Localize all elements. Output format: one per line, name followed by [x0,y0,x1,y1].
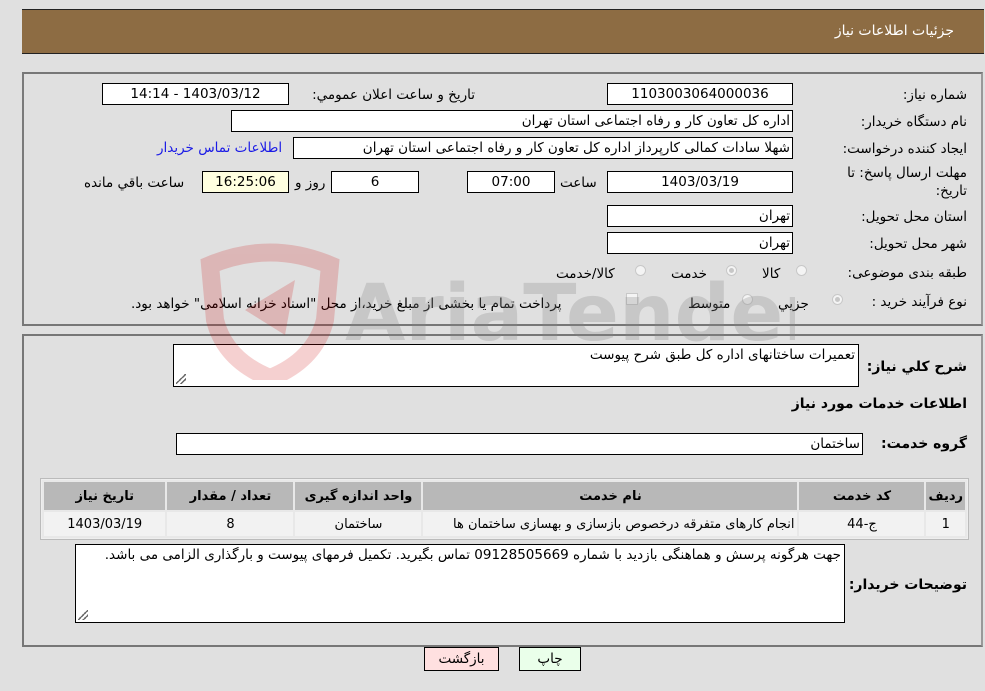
page-title: جزئیات اطلاعات نیاز [834,23,954,39]
creator-label: ایجاد کننده درخواست: [842,141,967,157]
province-label: استان محل تحویل: [861,209,967,225]
days-remaining-field: 6 [331,171,419,193]
col-header-quantity: تعداد / مقدار [165,480,296,512]
process-minor-radio[interactable] [832,294,843,305]
buyer-notes-textarea[interactable]: جهت هرگونه پرسش و هماهنگی بازدید با شمار… [75,544,845,623]
cell-need-date: 1403/03/19 [41,510,168,538]
services-heading: اطلاعات خدمات مورد نیاز [791,396,967,412]
need-number-field: 1103003064000036 [607,83,793,105]
cell-service-code: ج-44 [797,510,927,538]
col-header-row-number: ردیف [924,480,967,512]
resize-grip-icon[interactable] [176,374,186,384]
treasury-note: پرداخت تمام یا بخشی از مبلغ خرید،از محل … [131,296,562,312]
buyer-contact-link[interactable]: اطلاعات تماس خریدار [157,140,282,156]
city-label: شهر محل تحویل: [869,236,967,252]
cell-row-number: 1 [924,510,967,538]
days-label: روز و [295,175,326,191]
description-textarea[interactable]: تعمیرات ساختانهای اداره کل طبق شرح پیوست [173,344,859,387]
buyer-org-field: اداره کل تعاون کار و رفاه اجتماعی استان … [231,110,793,132]
description-label: شرح کلي نیاز: [866,359,967,375]
deadline-date-field: 1403/03/19 [607,171,793,193]
deadline-time-field: 07:00 [467,171,555,193]
description-text: تعمیرات ساختانهای اداره کل طبق شرح پیوست [589,347,855,363]
process-minor-label: جزيي [778,296,809,312]
service-group-field: ساختمان [176,433,863,455]
category-goods-label: کالا [762,266,781,282]
deadline-label-date: تاریخ: [935,183,967,199]
category-goods-service-label: کالا/خدمت [556,266,615,282]
buyer-notes-label: توضیحات خریدار: [848,577,967,593]
announce-date-label: تاریخ و ساعت اعلان عمومي: [312,87,475,103]
services-table-container: ردیف کد خدمت نام خدمت واحد اندازه گیری ت… [40,478,969,540]
col-header-unit: واحد اندازه گیری [293,480,424,512]
time-remaining-field: 16:25:06 [202,171,289,193]
cell-unit: ساختمان [293,510,424,538]
category-service-radio[interactable] [726,265,737,276]
process-type-label: نوع فرآیند خرید : [871,294,967,310]
back-button[interactable]: بازگشت [424,647,499,671]
creator-field: شهلا سادات کمالی کارپرداز اداره کل تعاون… [293,137,793,159]
table-row: 1 ج-44 انجام کارهای متفرقه درخصوص بازساز… [41,510,967,538]
province-field: تهران [607,205,793,227]
process-medium-radio[interactable] [742,294,753,305]
cell-service-name: انجام کارهای متفرقه درخصوص بازسازی و بهس… [421,510,800,538]
print-button[interactable]: چاپ [519,647,581,671]
buyer-org-label: نام دستگاه خریدار: [860,114,967,130]
services-table: ردیف کد خدمت نام خدمت واحد اندازه گیری ت… [41,480,967,538]
treasury-checkbox[interactable] [626,293,638,305]
cell-quantity: 8 [165,510,296,538]
time-remaining-label: ساعت باقي مانده [84,175,185,191]
process-medium-label: متوسط [688,296,731,312]
category-goods-service-radio[interactable] [635,265,646,276]
page-header: جزئیات اطلاعات نیاز [22,9,984,54]
category-service-label: خدمت [671,266,707,282]
category-goods-radio[interactable] [796,265,807,276]
city-field: تهران [607,232,793,254]
col-header-need-date: تاریخ نیاز [41,480,168,512]
deadline-time-label: ساعت [560,175,597,191]
buyer-notes-text: جهت هرگونه پرسش و هماهنگی بازدید با شمار… [104,547,841,563]
category-label: طبقه بندی موضوعی: [847,265,967,281]
deadline-label: مهلت ارسال پاسخ: تا [847,165,967,181]
col-header-service-code: کد خدمت [797,480,927,512]
col-header-service-name: نام خدمت [421,480,800,512]
announce-date-field: 1403/03/12 - 14:14 [102,83,289,105]
table-header-row: ردیف کد خدمت نام خدمت واحد اندازه گیری ت… [41,480,967,512]
service-group-label: گروه خدمت: [881,436,967,452]
need-number-label: شماره نیاز: [902,87,967,103]
resize-grip-icon[interactable] [78,610,88,620]
